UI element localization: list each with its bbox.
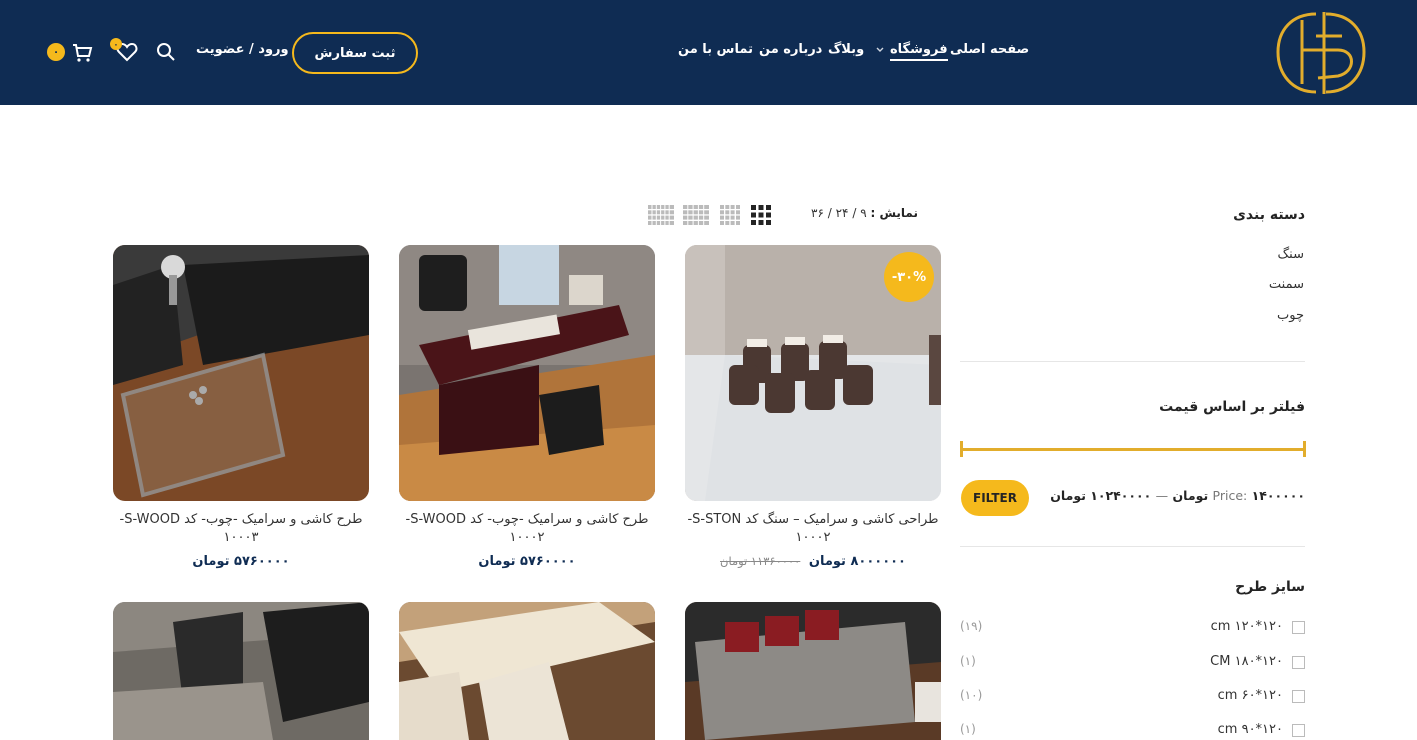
category-cement[interactable]: سمنت (1269, 277, 1304, 292)
nav-blog[interactable]: وبلاگ (828, 42, 864, 57)
price-max: ۱۰۲۴۰۰۰۰ تومان (1050, 488, 1152, 503)
divider (960, 546, 1305, 547)
order-button[interactable]: ثبت سفارش (292, 32, 418, 74)
product-title[interactable]: طراحی کاشی و سرامیک – سنگ کد S-STON- ۱۰۰… (685, 511, 941, 547)
nav-about[interactable]: درباره من (759, 42, 822, 57)
price-slider-track[interactable] (960, 448, 1306, 451)
wishlist-count-badge: ۰ (110, 38, 122, 50)
nav-shop[interactable]: فروشگاه (890, 42, 948, 61)
divider (960, 361, 1305, 362)
old-price: ۱۱۳۶۰۰۰۰ تومان (720, 554, 801, 568)
sale-badge: -۳۰% (884, 252, 934, 302)
size-label[interactable]: cm ۹۰*۱۲۰ (1218, 722, 1283, 737)
product-price: ۵۷۶۰۰۰۰ تومان (478, 554, 576, 569)
price-min-unit: تومان (1172, 488, 1209, 503)
price-range-text: Price: ۱۴۰۰۰۰۰ تومان — ۱۰۲۴۰۰۰۰ تومان (1050, 488, 1305, 503)
price-filter-title: فیلتر بر اساس قیمت (1159, 399, 1305, 415)
categories-title: دسته بندی (1233, 207, 1305, 223)
size-option[interactable]: cm ۱۲۰*۱۲۰ (۱۹) (960, 619, 1305, 637)
product-image[interactable] (399, 602, 655, 740)
grid-6-columns-icon[interactable] (648, 205, 674, 225)
product-title[interactable]: طرح کاشی و سرامیک -چوب- کد S-WOOD- ۱۰۰۰۲ (399, 511, 655, 547)
current-price: ۸۰۰۰۰۰۰ تومان (808, 554, 906, 569)
product-title-line[interactable]: ۱۰۰۰۲ (399, 529, 655, 547)
per-page-36[interactable]: ۳۶ (811, 206, 824, 220)
size-label[interactable]: CM ۱۸۰*۱۲۰ (1210, 654, 1283, 669)
product-image[interactable] (113, 602, 369, 740)
nav-contact[interactable]: تماس با من (678, 42, 753, 57)
size-label[interactable]: cm ۶۰*۱۲۰ (1218, 688, 1283, 703)
price-label: Price: (1212, 488, 1248, 503)
product-title-line[interactable]: ۱۰۰۰۳ (113, 529, 369, 547)
filter-button[interactable]: FILTER (961, 480, 1029, 516)
size-option[interactable]: CM ۱۸۰*۱۲۰ (۱) (960, 654, 1305, 672)
chevron-down-icon (876, 47, 884, 52)
size-filter-title: سایز طرح (1235, 579, 1305, 595)
grid-5-columns-icon[interactable] (683, 205, 709, 225)
category-stone[interactable]: سنگ (1278, 247, 1304, 262)
product-image[interactable] (685, 602, 941, 740)
category-wood[interactable]: چوب (1277, 308, 1304, 323)
size-checkbox[interactable] (1292, 656, 1305, 669)
size-checkbox[interactable] (1292, 621, 1305, 634)
size-option[interactable]: cm ۹۰*۱۲۰ (۱) (960, 722, 1305, 740)
show-label: نمایش : (870, 206, 918, 220)
product-title-line[interactable]: طرح کاشی و سرامیک -چوب- کد S-WOOD- (399, 511, 655, 529)
product-title-line[interactable]: طراحی کاشی و سرامیک – سنگ کد S-STON- (685, 511, 941, 529)
site-logo[interactable] (1272, 6, 1370, 100)
grid-4-columns-icon[interactable] (720, 205, 740, 225)
size-count: (۱) (960, 654, 976, 668)
product-title-line[interactable]: ۱۰۰۰۲ (685, 529, 941, 547)
product-price: ۸۰۰۰۰۰۰ تومان ۱۱۳۶۰۰۰۰ تومان (685, 554, 941, 569)
separator: / (827, 206, 832, 220)
search-icon[interactable] (156, 42, 176, 62)
login-register-link[interactable]: ورود / عضویت (196, 42, 289, 57)
size-checkbox[interactable] (1292, 690, 1305, 703)
per-page-24[interactable]: ۲۴ (836, 206, 849, 220)
product-image[interactable] (113, 245, 369, 501)
grid-3-columns-icon[interactable] (751, 205, 771, 225)
per-page-9[interactable]: ۹ (860, 206, 866, 220)
size-count: (۱۰) (960, 688, 983, 702)
per-page-selector: نمایش : ۹ / ۲۴ / ۳۶ (811, 206, 918, 220)
price-min: ۱۴۰۰۰۰۰ (1251, 488, 1305, 503)
price-slider-max-handle[interactable] (1303, 441, 1306, 457)
size-option[interactable]: cm ۶۰*۱۲۰ (۱۰) (960, 688, 1305, 706)
cart-icon[interactable] (71, 42, 93, 64)
nav-home[interactable]: صفحه اصلی (950, 42, 1029, 57)
price-dash: — (1155, 488, 1169, 503)
product-image[interactable] (399, 245, 655, 501)
product-title[interactable]: طرح کاشی و سرامیک -چوب- کد S-WOOD- ۱۰۰۰۳ (113, 511, 369, 547)
size-count: (۱۹) (960, 619, 983, 633)
product-price: ۵۷۶۰۰۰۰ تومان (192, 554, 290, 569)
site-header: صفحه اصلی فروشگاه وبلاگ درباره من تماس ب… (0, 0, 1417, 105)
size-label[interactable]: cm ۱۲۰*۱۲۰ (1211, 619, 1283, 634)
price-slider-min-handle[interactable] (960, 441, 963, 457)
separator: / (852, 206, 857, 220)
cart-count-badge: ۰ (47, 43, 65, 61)
size-checkbox[interactable] (1292, 724, 1305, 737)
size-count: (۱) (960, 722, 976, 736)
product-title-line[interactable]: طرح کاشی و سرامیک -چوب- کد S-WOOD- (113, 511, 369, 529)
